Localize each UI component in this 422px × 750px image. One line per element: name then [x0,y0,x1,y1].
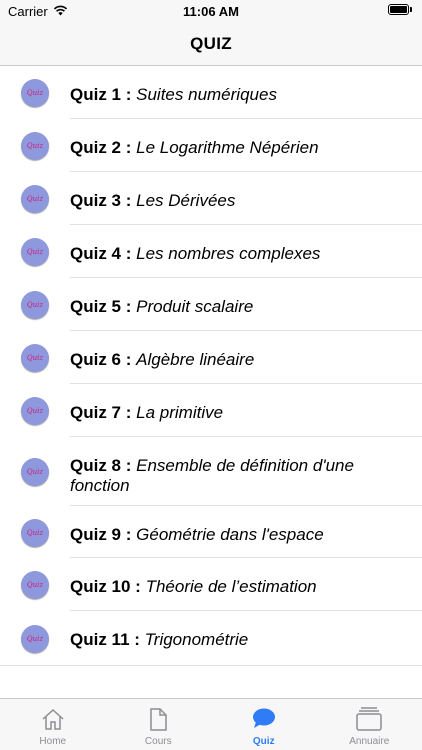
quiz-row-text: Quiz 11 : Trigonométrie [70,630,390,650]
quiz-row-text: Quiz 7 : La primitive [70,403,390,423]
quiz-row-text: Quiz 6 : Algèbre linéaire [70,350,390,370]
quiz-number: Quiz 1 : [70,85,132,104]
tab-cours[interactable]: Cours [106,699,212,750]
tab-label: Quiz [252,736,275,747]
tab-quiz[interactable]: Quiz [211,699,317,750]
quiz-number: Quiz 7 : [70,403,132,422]
quiz-badge-icon: Quiz [21,519,49,547]
status-bar: Carrier 11:06 AM [0,0,422,24]
quiz-title: Les Dérivées [136,191,236,210]
quiz-number: Quiz 2 : [70,138,132,157]
tab-home[interactable]: Home [0,699,106,750]
tab-annuaire[interactable]: Annuaire [317,699,422,750]
quiz-row[interactable]: Quiz Quiz 8 : Ensemble de définition d'un… [0,437,422,506]
tab-label: Home [39,736,67,747]
quiz-badge-icon: Quiz [21,625,49,653]
quiz-row[interactable]: Quiz Quiz 6 : Algèbre linéaire [0,331,422,384]
quiz-title: La primitive [136,403,224,422]
quiz-badge-icon: Quiz [21,571,49,599]
quiz-badge-icon: Quiz [21,397,49,425]
quiz-number: Quiz 10 : [70,577,141,596]
quiz-row-text: Quiz 10 : Théorie de l’estimation [70,577,390,597]
quiz-number: Quiz 8 : [70,456,132,475]
quiz-row-text: Quiz 2 : Le Logarithme Népérien [70,138,390,158]
status-time: 11:06 AM [183,4,239,19]
quiz-title: Les nombres complexes [136,244,321,263]
quiz-number: Quiz 5 : [70,297,132,316]
quiz-title: Trigonométrie [144,630,249,649]
navigation-bar: QUIZ [0,24,422,66]
quiz-row[interactable]: Quiz Quiz 11 : Trigonométrie [0,611,422,666]
quiz-title: Géométrie dans l'espace [136,525,324,544]
quiz-title: Suites numériques [136,85,277,104]
quiz-badge-icon: Quiz [21,458,49,486]
quiz-row-text: Quiz 1 : Suites numériques [70,85,390,105]
quiz-row[interactable]: Quiz Quiz 3 : Les Dérivées [0,172,422,225]
quiz-row[interactable]: Quiz Quiz 9 : Géométrie dans l'espace [0,506,422,558]
quiz-badge-icon: Quiz [21,132,49,160]
quiz-row[interactable]: Quiz Quiz 7 : La primitive [0,384,422,437]
quiz-badge-icon: Quiz [21,238,49,266]
quiz-row[interactable]: Quiz Quiz 5 : Produit scalaire [0,278,422,331]
quiz-title: Produit scalaire [136,297,254,316]
quiz-row[interactable]: Quiz Quiz 2 : Le Logarithme Népérien [0,119,422,172]
quiz-title: Théorie de l’estimation [145,577,317,596]
battery-icon [388,4,414,17]
quiz-number: Quiz 4 : [70,244,132,263]
quiz-number: Quiz 6 : [70,350,132,369]
quiz-badge-icon: Quiz [21,344,49,372]
tab-label: Annuaire [349,736,390,747]
quiz-row-text: Quiz 4 : Les nombres complexes [70,244,390,264]
quiz-row-text: Quiz 8 : Ensemble de définition d'une fo… [70,456,390,496]
quiz-title: Algèbre linéaire [136,350,255,369]
tab-label: Cours [144,736,172,747]
quiz-number: Quiz 11 : [70,630,140,649]
quiz-row-text: Quiz 5 : Produit scalaire [70,297,390,317]
quiz-number: Quiz 9 : [70,525,132,544]
quiz-title: Le Logarithme Népérien [136,138,319,157]
quiz-row[interactable]: Quiz Quiz 4 : Les nombres complexes [0,225,422,278]
quiz-badge-icon: Quiz [21,79,49,107]
page-title: QUIZ [190,34,232,53]
quiz-badge-icon: Quiz [21,185,49,213]
quiz-badge-icon: Quiz [21,291,49,319]
row-separator [0,665,422,666]
quiz-number: Quiz 3 : [70,191,132,210]
quiz-row[interactable]: Quiz Quiz 10 : Théorie de l’estimation [0,558,422,611]
quiz-row-text: Quiz 9 : Géométrie dans l'espace [70,525,390,545]
tab-bar: Home Cours Quiz Annuaire [0,698,422,750]
quiz-row-text: Quiz 3 : Les Dérivées [70,191,390,211]
quiz-row[interactable]: Quiz Quiz 1 : Suites numériques [0,66,422,119]
